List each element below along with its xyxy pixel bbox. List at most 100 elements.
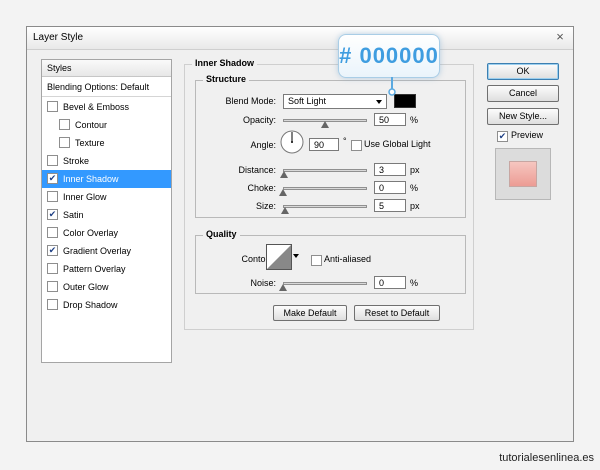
angle-dial[interactable]: [280, 130, 304, 154]
style-item-label: Color Overlay: [63, 228, 119, 238]
style-item-label: Pattern Overlay: [63, 264, 126, 274]
contour-preview-icon: [266, 244, 292, 270]
opacity-slider-handle[interactable]: [321, 121, 329, 128]
style-item-label: Stroke: [63, 156, 90, 166]
make-default-button[interactable]: Make Default: [273, 305, 347, 321]
callout-pointer-icon: [388, 77, 396, 96]
angle-input[interactable]: 90: [309, 138, 339, 151]
style-item-label: Bevel & Emboss: [63, 102, 130, 112]
choke-label: Choke:: [247, 183, 276, 193]
style-item-inner-shadow[interactable]: ✔ Inner Shadow: [42, 170, 171, 188]
style-checkbox[interactable]: [47, 263, 58, 275]
choke-slider-handle[interactable]: [279, 189, 287, 196]
style-item-label: Gradient Overlay: [63, 246, 132, 256]
style-item-satin[interactable]: ✔ Satin: [42, 206, 171, 224]
style-item-label: Inner Glow: [63, 192, 107, 202]
style-item-gradient-overlay[interactable]: ✔ Gradient Overlay: [42, 242, 171, 260]
use-global-light-checkbox[interactable]: [351, 140, 362, 151]
style-item-contour[interactable]: Contour: [42, 116, 171, 134]
opacity-input[interactable]: 50: [374, 113, 406, 126]
size-label: Size:: [255, 201, 276, 211]
distance-unit: px: [410, 165, 420, 175]
style-item-label: Texture: [75, 138, 105, 148]
style-checkbox[interactable]: [47, 227, 58, 239]
noise-slider-handle[interactable]: [279, 284, 287, 291]
style-item-bevel-emboss[interactable]: Bevel & Emboss: [42, 98, 171, 116]
style-item-inner-glow[interactable]: Inner Glow: [42, 188, 171, 206]
distance-input[interactable]: 3: [374, 163, 406, 176]
inner-shadow-panel: Inner Shadow Structure Blend Mode: Soft …: [184, 58, 474, 330]
watermark: tutorialesenlinea.es: [499, 452, 594, 464]
shadow-color-swatch[interactable]: [394, 94, 416, 108]
blend-mode-select[interactable]: Soft Light: [283, 94, 387, 109]
style-item-texture[interactable]: Texture: [42, 134, 171, 152]
style-item-label: Drop Shadow: [63, 300, 118, 310]
style-checkbox[interactable]: [59, 119, 70, 131]
styles-list-panel: Styles Blending Options: Default Bevel &…: [41, 59, 172, 363]
style-checkbox[interactable]: ✔: [47, 209, 58, 221]
title-bar[interactable]: Layer Style ×: [27, 27, 573, 50]
choke-slider[interactable]: [283, 187, 367, 190]
style-item-pattern-overlay[interactable]: Pattern Overlay: [42, 260, 171, 278]
styles-header[interactable]: Styles: [42, 60, 171, 77]
style-checkbox[interactable]: [47, 299, 58, 311]
style-item-label: Inner Shadow: [63, 174, 119, 184]
inner-shadow-title: Inner Shadow: [192, 58, 258, 68]
size-unit: px: [410, 201, 420, 211]
anti-aliased-checkbox[interactable]: [311, 255, 322, 266]
dialog-title: Layer Style: [33, 32, 84, 43]
contour-dropdown-arrow-icon[interactable]: [293, 254, 299, 258]
style-item-outer-glow[interactable]: Outer Glow: [42, 278, 171, 296]
chevron-down-icon: [376, 100, 382, 104]
cancel-button[interactable]: Cancel: [487, 85, 559, 102]
style-item-label: Outer Glow: [63, 282, 109, 292]
hex-color-text: # 000000: [339, 43, 439, 68]
structure-title: Structure: [203, 74, 250, 84]
layer-style-dialog: Layer Style × Styles Blending Options: D…: [26, 26, 574, 442]
choke-input[interactable]: 0: [374, 181, 406, 194]
style-item-label: Contour: [75, 120, 108, 130]
style-item-drop-shadow[interactable]: Drop Shadow: [42, 296, 171, 314]
angle-unit: °: [343, 136, 347, 146]
noise-unit: %: [410, 278, 419, 288]
style-checkbox[interactable]: [47, 191, 58, 203]
anti-aliased-label: Anti-aliased: [324, 254, 372, 264]
distance-slider-handle[interactable]: [280, 171, 288, 178]
blend-mode-label: Blend Mode:: [225, 96, 276, 106]
ok-button[interactable]: OK: [487, 63, 559, 80]
quality-group: Quality Contour: Anti-aliased Noise: 0 %: [195, 229, 466, 294]
style-checkbox[interactable]: [59, 137, 70, 149]
blend-mode-value: Soft Light: [288, 96, 327, 106]
hex-color-callout: # 000000: [338, 34, 440, 78]
preview-thumbnail: [495, 148, 551, 200]
quality-title: Quality: [203, 229, 240, 239]
angle-label: Angle:: [250, 140, 276, 150]
distance-slider[interactable]: [283, 169, 367, 172]
reset-default-button[interactable]: Reset to Default: [354, 305, 440, 321]
contour-picker[interactable]: [266, 244, 300, 270]
close-icon[interactable]: ×: [553, 30, 567, 44]
style-checkbox[interactable]: [47, 155, 58, 167]
style-checkbox[interactable]: [47, 101, 58, 113]
size-slider[interactable]: [283, 205, 367, 208]
style-checkbox[interactable]: ✔: [47, 245, 58, 257]
style-item-label: Satin: [63, 210, 84, 220]
style-checkbox[interactable]: [47, 281, 58, 293]
new-style-button[interactable]: New Style...: [487, 108, 559, 125]
opacity-unit: %: [410, 115, 419, 125]
size-input[interactable]: 5: [374, 199, 406, 212]
use-global-light-label: Use Global Light: [364, 139, 431, 149]
distance-label: Distance:: [238, 165, 276, 175]
noise-input[interactable]: 0: [374, 276, 406, 289]
style-checkbox[interactable]: ✔: [47, 173, 58, 185]
style-item-stroke[interactable]: Stroke: [42, 152, 171, 170]
size-slider-handle[interactable]: [280, 207, 289, 214]
preview-swatch: [509, 161, 537, 187]
style-item-color-overlay[interactable]: Color Overlay: [42, 224, 171, 242]
preview-checkbox[interactable]: ✔: [497, 131, 508, 142]
noise-slider[interactable]: [283, 282, 367, 285]
structure-group: Structure Blend Mode: Soft Light Opacity…: [195, 74, 466, 218]
choke-unit: %: [410, 183, 419, 193]
blending-options-item[interactable]: Blending Options: Default: [42, 78, 171, 97]
opacity-label: Opacity:: [242, 115, 276, 125]
